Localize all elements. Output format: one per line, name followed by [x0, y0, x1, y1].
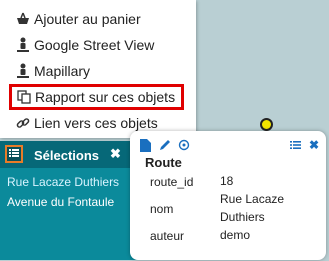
menu-item-label: Mapillary — [34, 63, 91, 79]
popup-title: Route — [145, 155, 182, 170]
selection-header: Sélections ✖ — [0, 141, 145, 168]
menu-item-label: Lien vers ces objets — [34, 115, 158, 131]
menu-item-report[interactable]: Rapport sur ces objets — [9, 84, 184, 110]
menu-item-add-to-basket[interactable]: Ajouter au panier — [14, 7, 141, 31]
edit-icon[interactable] — [158, 138, 172, 152]
selection-panel: Sélections ✖ Rue Lacaze Duthiers Avenue … — [0, 141, 145, 260]
attr-key: route_id — [150, 175, 194, 189]
popup-close-button[interactable]: ✖ — [307, 138, 321, 152]
attr-value: 18 — [220, 174, 234, 188]
menu-item-label: Ajouter au panier — [34, 11, 141, 27]
selection-close-button[interactable]: ✖ — [110, 146, 121, 162]
menu-item-google-street-view[interactable]: Google Street View — [14, 33, 154, 57]
file-icon[interactable] — [138, 138, 152, 152]
attr-key: auteur — [150, 229, 185, 243]
feature-popup: ✖ Route route_id 18 nom Rue Lacaze Duthi… — [130, 131, 326, 260]
zoom-target-icon[interactable] — [177, 138, 191, 152]
menu-item-label: Google Street View — [34, 37, 155, 53]
attr-value: demo — [220, 228, 251, 242]
basket-icon — [14, 10, 32, 28]
attr-key: nom — [150, 202, 174, 216]
copy-icon — [15, 88, 33, 106]
link-icon — [14, 114, 32, 132]
map-marker[interactable] — [260, 118, 273, 131]
selection-item[interactable]: Avenue du Fontaule — [7, 195, 114, 209]
selection-title: Sélections — [34, 148, 100, 163]
context-menu: Ajouter au panier Google Street View Map… — [0, 0, 196, 138]
list-toggle-button[interactable] — [5, 145, 23, 163]
list-icon — [9, 145, 19, 163]
selection-item[interactable]: Rue Lacaze Duthiers — [7, 175, 119, 189]
menu-item-label: Rapport sur ces objets — [35, 89, 176, 105]
person-icon — [14, 36, 32, 54]
list-icon[interactable] — [288, 138, 302, 152]
attr-value: Rue Lacaze Duthiers — [220, 192, 285, 224]
person-icon — [14, 62, 32, 80]
menu-item-mapillary[interactable]: Mapillary — [14, 59, 90, 83]
